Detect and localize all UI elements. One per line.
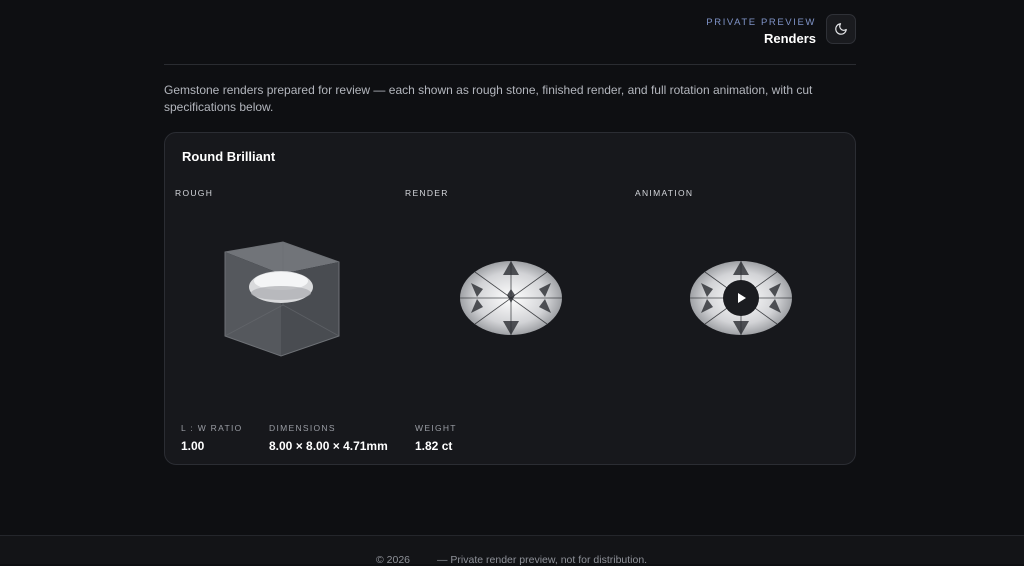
spec-value: 1.00 bbox=[181, 439, 205, 453]
spec-label: L : W RATIO bbox=[181, 423, 243, 433]
play-icon[interactable] bbox=[723, 280, 759, 316]
column-label-animation: ANIMATION bbox=[635, 188, 694, 198]
moon-icon bbox=[835, 23, 847, 35]
page-header: PRIVATE PREVIEW Renders bbox=[164, 0, 856, 65]
footer-copyright: © 2026 bbox=[376, 554, 411, 566]
spec-dimensions: DIMENSIONS 8.00 × 8.00 × 4.71mm bbox=[269, 423, 388, 453]
spec-label: WEIGHT bbox=[415, 423, 457, 433]
render-image bbox=[411, 223, 611, 373]
spec-value: 8.00 × 8.00 × 4.71mm bbox=[269, 439, 388, 453]
card-title: Round Brilliant bbox=[182, 149, 276, 164]
rough-stone-image bbox=[181, 223, 381, 373]
spec-value: 1.82 ct bbox=[415, 439, 453, 453]
spec-weight: WEIGHT 1.82 ct bbox=[415, 423, 457, 453]
theme-toggle-button[interactable] bbox=[826, 14, 856, 44]
header-eyebrow: PRIVATE PREVIEW bbox=[706, 17, 816, 28]
column-label-rough: ROUGH bbox=[175, 188, 214, 198]
header-title: Renders bbox=[763, 31, 816, 46]
page-footer: © 2026 — Private render preview, not for… bbox=[0, 535, 1024, 566]
footer-note: — Private render preview, not for distri… bbox=[437, 554, 648, 566]
spec-label: DIMENSIONS bbox=[269, 423, 336, 433]
spec-ratio: L : W RATIO 1.00 bbox=[181, 423, 243, 453]
gem-card: Round Brilliant ROUGH RENDER ANIMATION L… bbox=[164, 132, 856, 465]
column-label-render: RENDER bbox=[405, 188, 449, 198]
intro-text: Gemstone renders prepared for review — e… bbox=[164, 83, 813, 114]
header-title-group: PRIVATE PREVIEW Renders bbox=[706, 17, 816, 47]
animation-player[interactable] bbox=[641, 223, 841, 373]
